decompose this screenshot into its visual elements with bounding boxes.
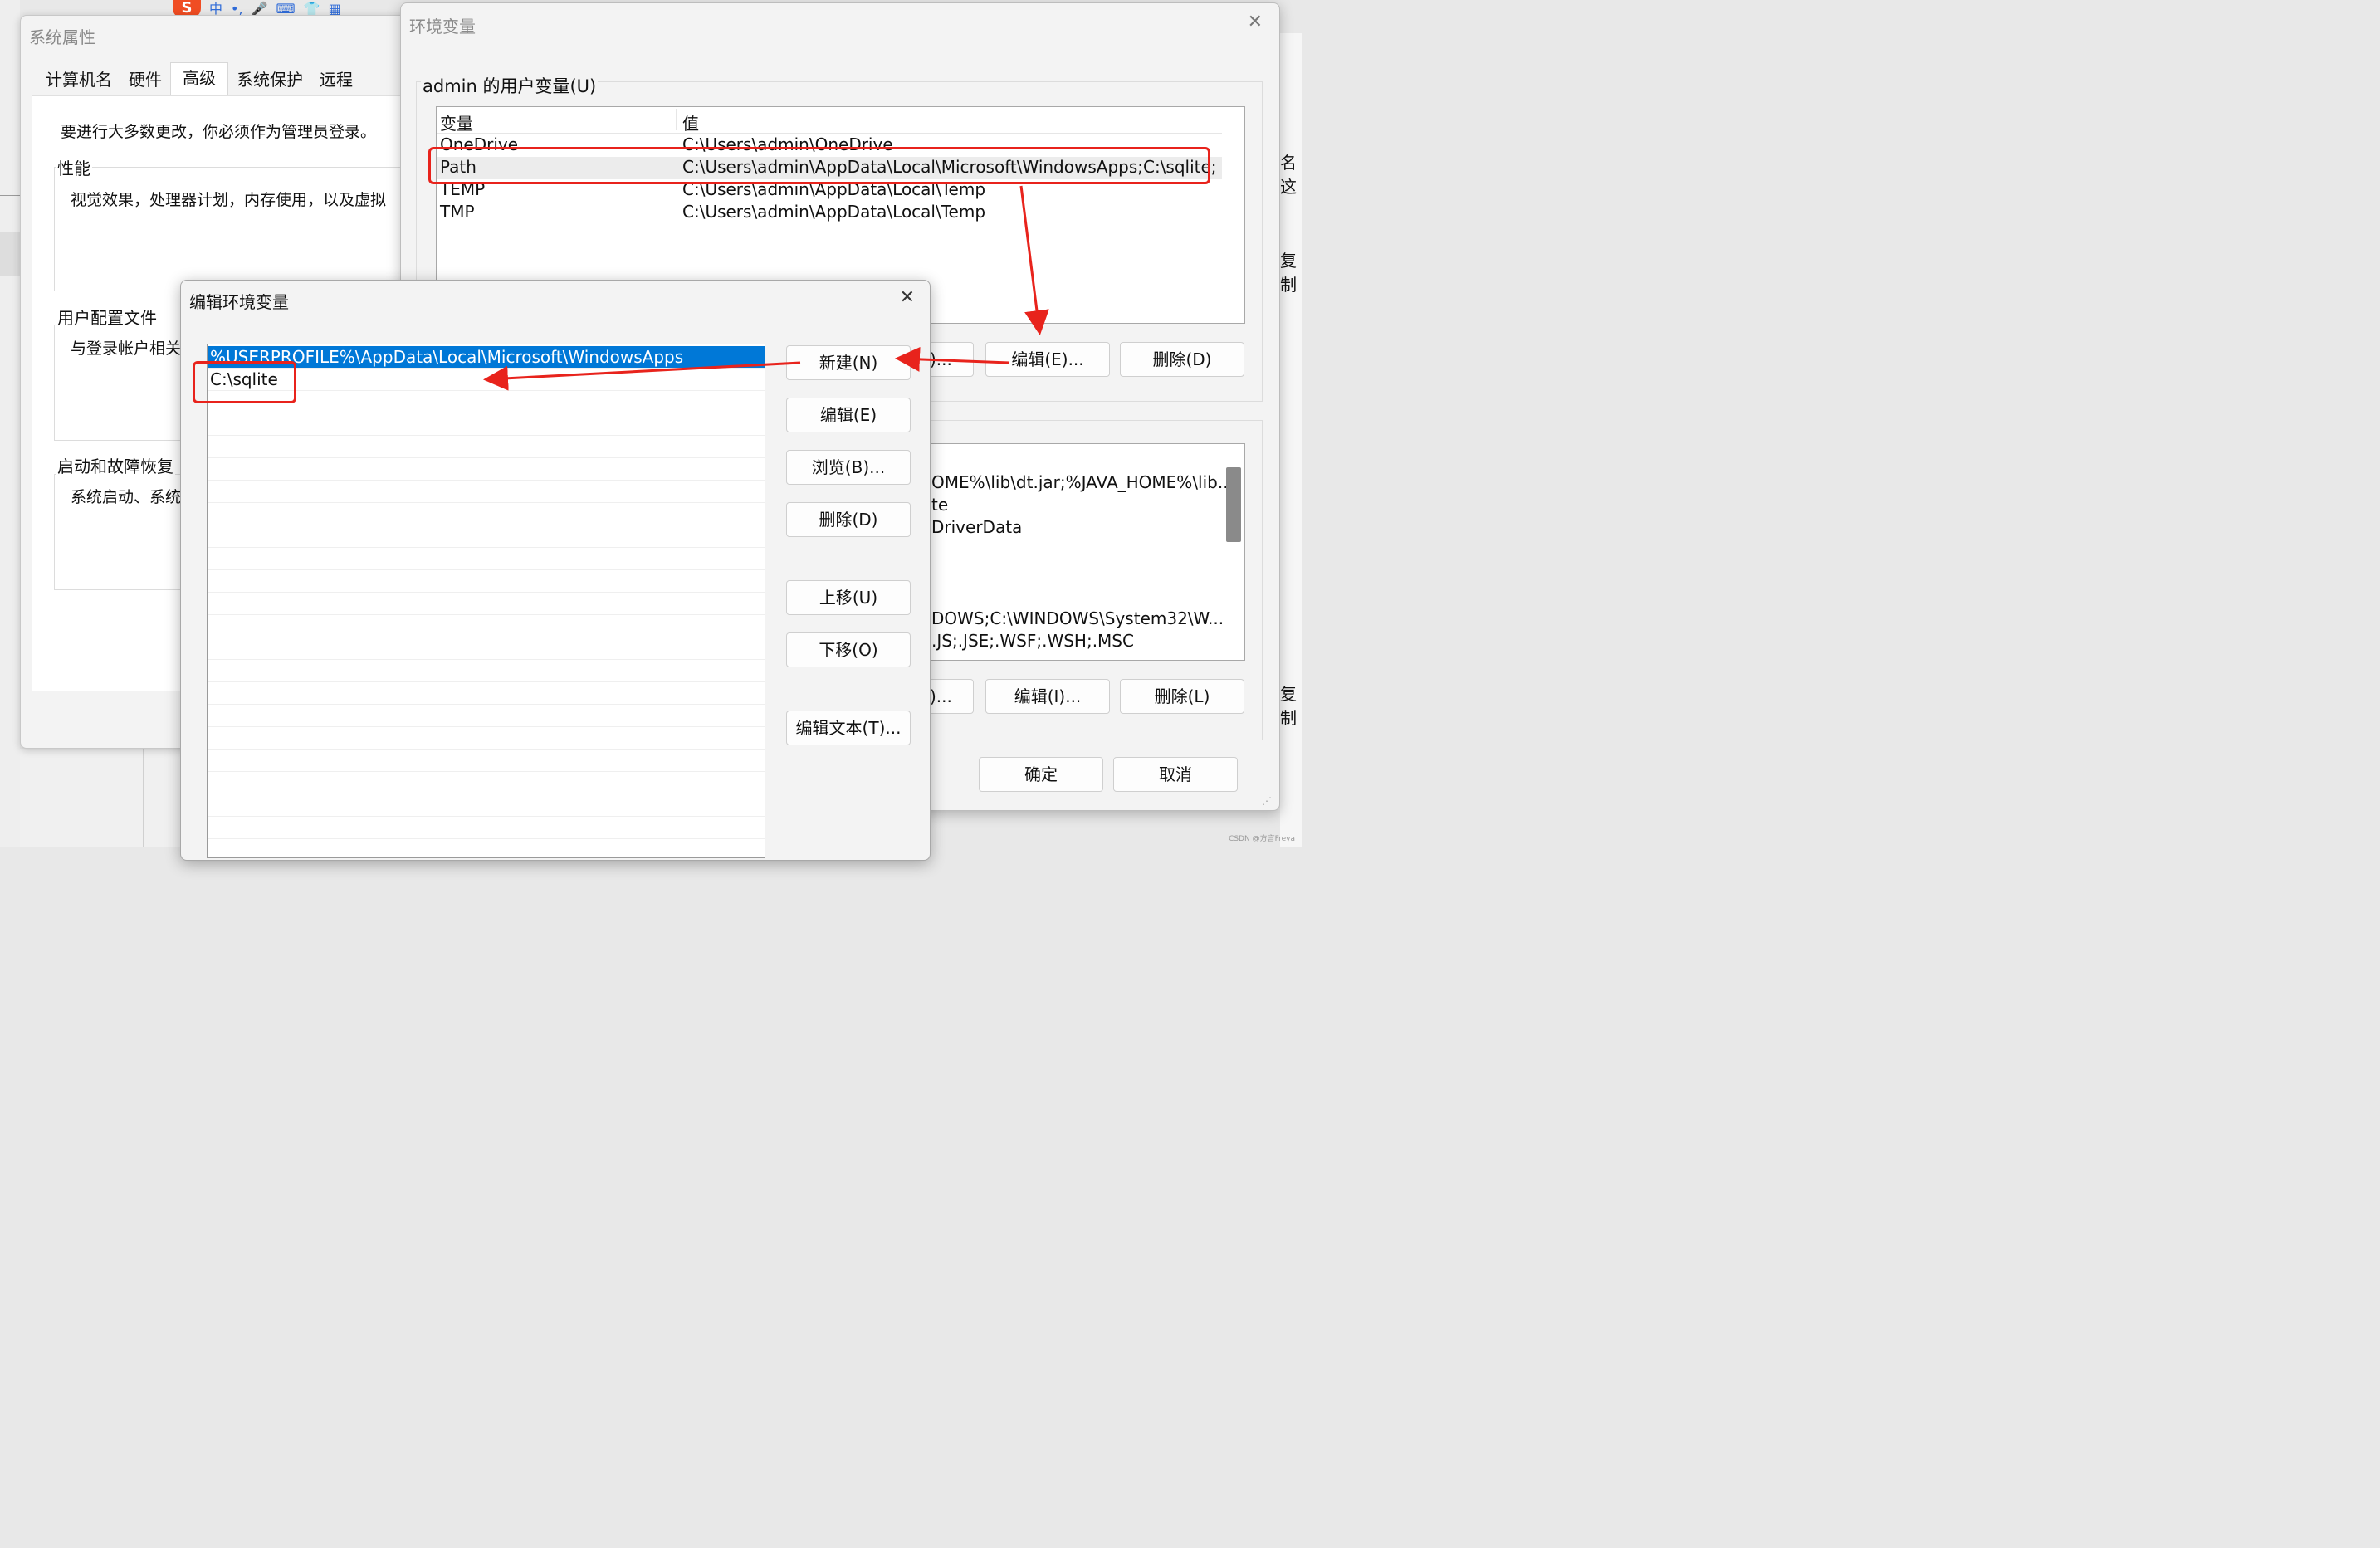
annotation-arrows — [483, 185, 1049, 391]
arrow-to-new — [895, 346, 1010, 372]
watermark: CSDN @方言Freya — [1229, 835, 1295, 843]
arrow-to-entry — [483, 361, 801, 391]
arrow-to-edit — [1019, 185, 1049, 335]
